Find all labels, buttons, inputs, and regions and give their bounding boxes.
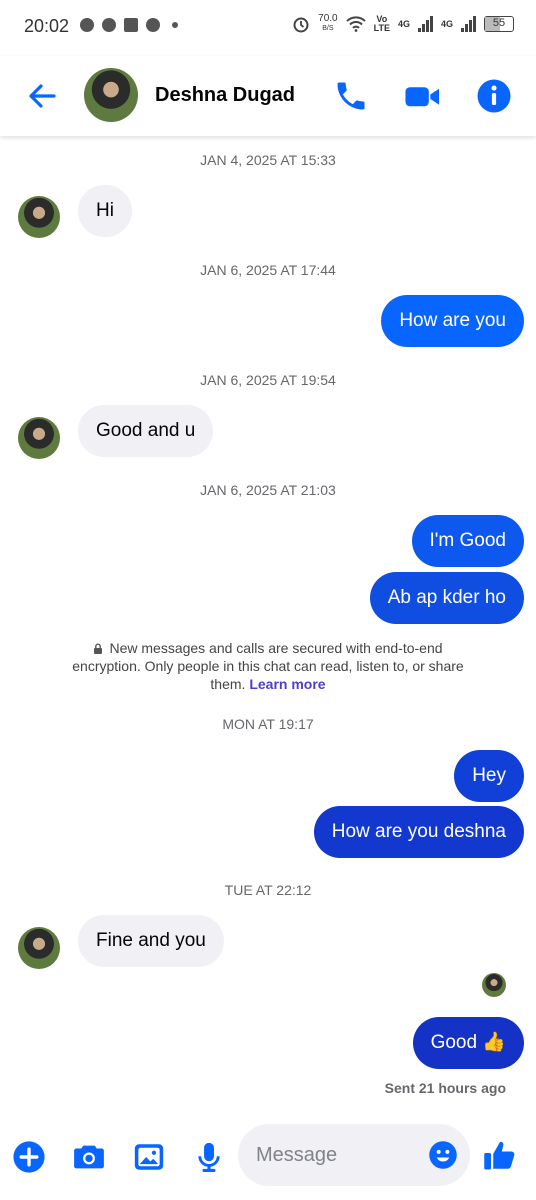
- info-button[interactable]: [476, 78, 512, 114]
- notification-icons: [80, 18, 178, 32]
- smiley-icon: [429, 1141, 457, 1169]
- net-speed: 70.0 B/S: [318, 13, 338, 33]
- status-indicators: 70.0 B/S Vo LTE 4G 4G 55: [292, 14, 514, 34]
- signal-bars-sim1-icon: [417, 16, 433, 32]
- facebook-icon: [80, 18, 94, 32]
- back-button[interactable]: [24, 78, 60, 114]
- status-bar: 20:02 70.0 B/S Vo LTE 4G 4G 55: [0, 0, 536, 56]
- messenger-icon: [146, 18, 160, 32]
- incoming-message[interactable]: Hi: [78, 185, 132, 237]
- status-time: 20:02: [24, 16, 70, 36]
- info-icon: [477, 79, 511, 113]
- outgoing-message[interactable]: I'm Good: [411, 515, 524, 567]
- camera-button[interactable]: [72, 1140, 106, 1174]
- sender-avatar: [18, 927, 60, 969]
- outgoing-message[interactable]: How are you deshna: [313, 806, 524, 858]
- like-button[interactable]: [482, 1138, 518, 1174]
- contact-name[interactable]: Deshna Dugad: [155, 84, 295, 107]
- signal-bars-sim2-icon: [461, 16, 476, 32]
- plus-circle-icon: [13, 1141, 45, 1173]
- composer-bar: [0, 1110, 536, 1200]
- gallery-button[interactable]: [132, 1140, 166, 1174]
- message-timestamp: JAN 6, 2025 AT 21:03: [200, 482, 336, 498]
- sent-status: Sent 21 hours ago: [384, 1080, 506, 1096]
- message-timestamp: TUE AT 22:12: [224, 882, 312, 898]
- video-camera-icon: [405, 87, 440, 107]
- incoming-message[interactable]: Fine and you: [78, 915, 224, 967]
- chat-header: Deshna Dugad: [0, 56, 536, 136]
- contact-avatar[interactable]: [84, 68, 138, 122]
- microphone-icon: [198, 1142, 220, 1173]
- message-timestamp: MON AT 19:17: [222, 716, 314, 732]
- lock-icon: [94, 643, 103, 654]
- encryption-notice: New messages and calls are secured with …: [72, 640, 464, 692]
- wifi-icon: [345, 16, 366, 32]
- outgoing-message[interactable]: Hey: [454, 750, 524, 802]
- message-list[interactable]: JAN 4, 2025 AT 15:33 Hi JAN 6, 2025 AT 1…: [0, 136, 536, 1106]
- image-icon: [134, 1144, 164, 1170]
- incoming-message[interactable]: Good and u: [78, 405, 214, 457]
- thumbs-up-icon: [484, 1141, 515, 1170]
- sim1-network: 4G: [397, 18, 410, 29]
- seen-by-avatar: [482, 973, 506, 997]
- volte-indicator: Vo LTE: [373, 14, 390, 33]
- outgoing-message[interactable]: Ab ap kder ho: [369, 572, 524, 624]
- phone-icon: [337, 82, 365, 110]
- camera-icon: [74, 1145, 104, 1169]
- battery-icon: 55: [484, 16, 514, 32]
- snapchat-icon: [102, 18, 116, 32]
- more-notifications-icon: [172, 22, 178, 28]
- voice-call-button[interactable]: [333, 78, 369, 114]
- outgoing-message[interactable]: Good 👍: [412, 1017, 524, 1069]
- more-actions-button[interactable]: [12, 1140, 46, 1174]
- message-timestamp: JAN 4, 2025 AT 15:33: [200, 152, 336, 168]
- facebook-page-icon: [124, 18, 138, 32]
- back-arrow-icon: [29, 84, 56, 108]
- outgoing-message[interactable]: How are you: [381, 295, 524, 347]
- video-call-button[interactable]: [404, 78, 440, 114]
- alarm-icon: [293, 17, 309, 33]
- message-timestamp: JAN 6, 2025 AT 17:44: [200, 262, 336, 278]
- sender-avatar: [18, 417, 60, 459]
- learn-more-link[interactable]: Learn more: [249, 676, 325, 692]
- message-timestamp: JAN 6, 2025 AT 19:54: [200, 372, 336, 388]
- emoji-button[interactable]: [428, 1140, 458, 1170]
- sender-avatar: [18, 196, 60, 238]
- sim2-network: 4G: [440, 18, 453, 29]
- voice-record-button[interactable]: [192, 1140, 226, 1174]
